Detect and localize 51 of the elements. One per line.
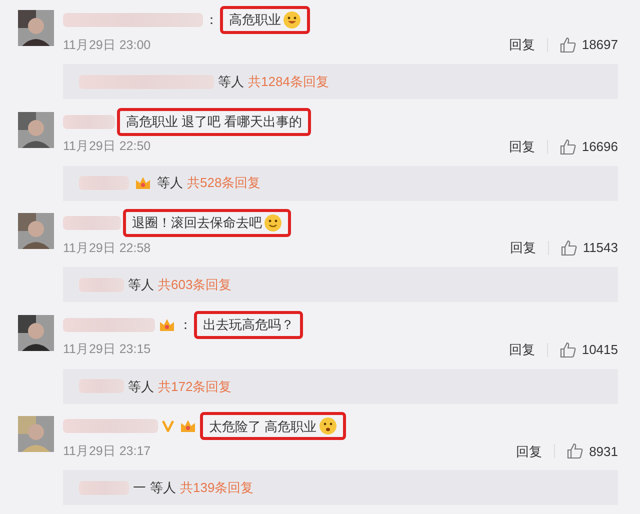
repliers-label: 等人 [218, 72, 244, 91]
like-icon[interactable] [567, 443, 584, 460]
like-icon[interactable] [560, 37, 576, 53]
crown-icon [180, 419, 196, 434]
reply-link[interactable]: 回复 [510, 238, 536, 258]
repliers-label: 等人 [128, 276, 154, 294]
comment-time: 11月29日 23:17 [63, 443, 151, 460]
like-icon[interactable] [560, 240, 577, 256]
repliers-label: 等人 [157, 174, 183, 192]
like-icon[interactable] [560, 138, 576, 155]
comment-text: 出去玩高危吗？ [194, 310, 303, 339]
avatar [18, 213, 54, 250]
comment-time: 11月29日 22:50 [63, 138, 151, 156]
like-count: 18697 [582, 36, 618, 54]
comment-text: 高危职业 [220, 6, 310, 34]
comment-time: 11月29日 23:15 [63, 341, 151, 358]
blurred-username [79, 480, 129, 495]
like-count: 8931 [589, 442, 618, 461]
repliers-label: 等人 [128, 378, 154, 396]
like-icon[interactable] [560, 342, 576, 358]
comment-text: 高危职业 退了吧 看哪天出事的 [117, 108, 312, 136]
emoji-icon [264, 214, 282, 232]
like-count: 11543 [582, 239, 618, 258]
blurred-username [79, 278, 124, 292]
crown-icon [135, 176, 151, 190]
blurred-username [79, 176, 129, 190]
reply-link[interactable]: 回复 [516, 442, 542, 462]
blurred-username [63, 216, 121, 230]
like-count: 16696 [582, 138, 618, 156]
avatar [18, 314, 54, 351]
blurred-username [79, 379, 124, 394]
username-fragment: 一 [133, 479, 146, 498]
comment-time: 11月29日 22:58 [63, 240, 151, 257]
avatar [18, 112, 54, 148]
reply-link[interactable]: 回复 [508, 340, 535, 360]
emoji-icon [318, 417, 337, 436]
repliers-label: 等人 [150, 479, 176, 498]
crown-icon [159, 318, 175, 332]
emoji-icon [283, 11, 301, 29]
blurred-username [63, 114, 115, 129]
verified-icon [162, 420, 174, 432]
avatar [18, 416, 54, 452]
colon: ： [179, 316, 192, 334]
colon: ： [205, 11, 218, 30]
like-count: 10415 [582, 341, 618, 360]
comment-time: 11月29日 23:00 [63, 36, 151, 54]
avatar [18, 10, 54, 46]
reply-link[interactable]: 回复 [508, 35, 535, 55]
reply-link[interactable]: 回复 [508, 136, 535, 156]
comment-text: 太危险了 高危职业 [200, 412, 346, 440]
comment-text: 退圈！滚回去保命去吧 [123, 209, 291, 238]
